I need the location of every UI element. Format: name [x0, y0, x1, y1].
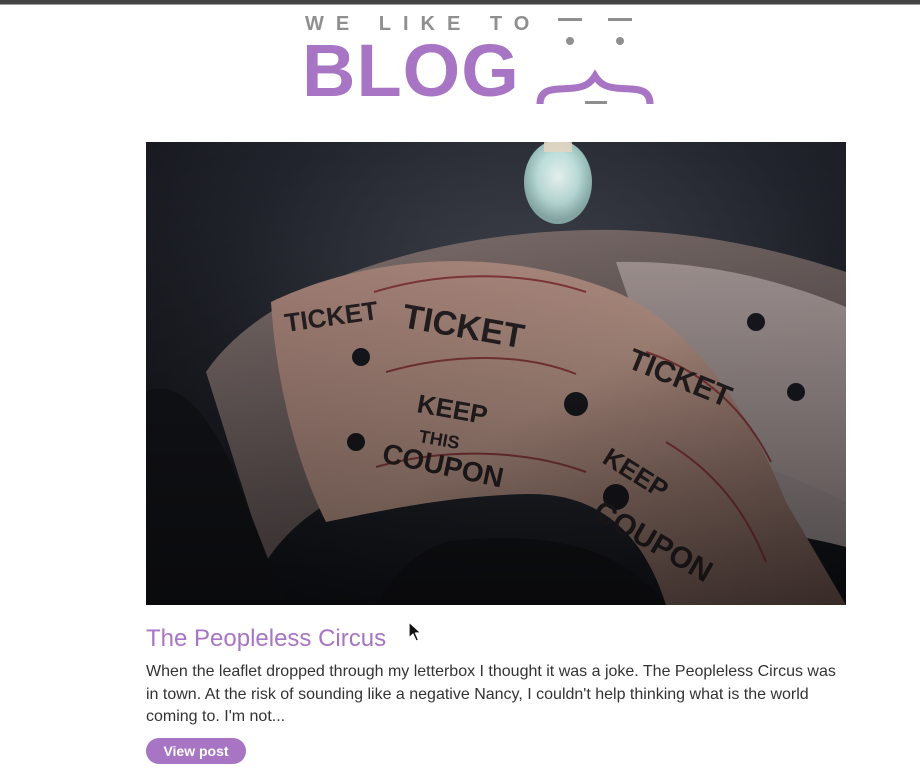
browser-top-edge: [0, 0, 920, 5]
site-logo[interactable]: WE LIKE TO BLOG: [300, 10, 660, 112]
post-title-link[interactable]: The Peopleless Circus: [146, 624, 386, 654]
logo-wordmark: BLOG: [302, 29, 520, 112]
view-post-button[interactable]: View post: [146, 738, 246, 764]
post-featured-image[interactable]: TICKET KEEP THIS COUPON TICKET KEEP COUP…: [146, 142, 846, 605]
mouse-cursor-icon: [408, 621, 422, 642]
post-excerpt: When the leaflet dropped through my lett…: [146, 663, 836, 725]
smiley-face-icon: [536, 18, 654, 105]
